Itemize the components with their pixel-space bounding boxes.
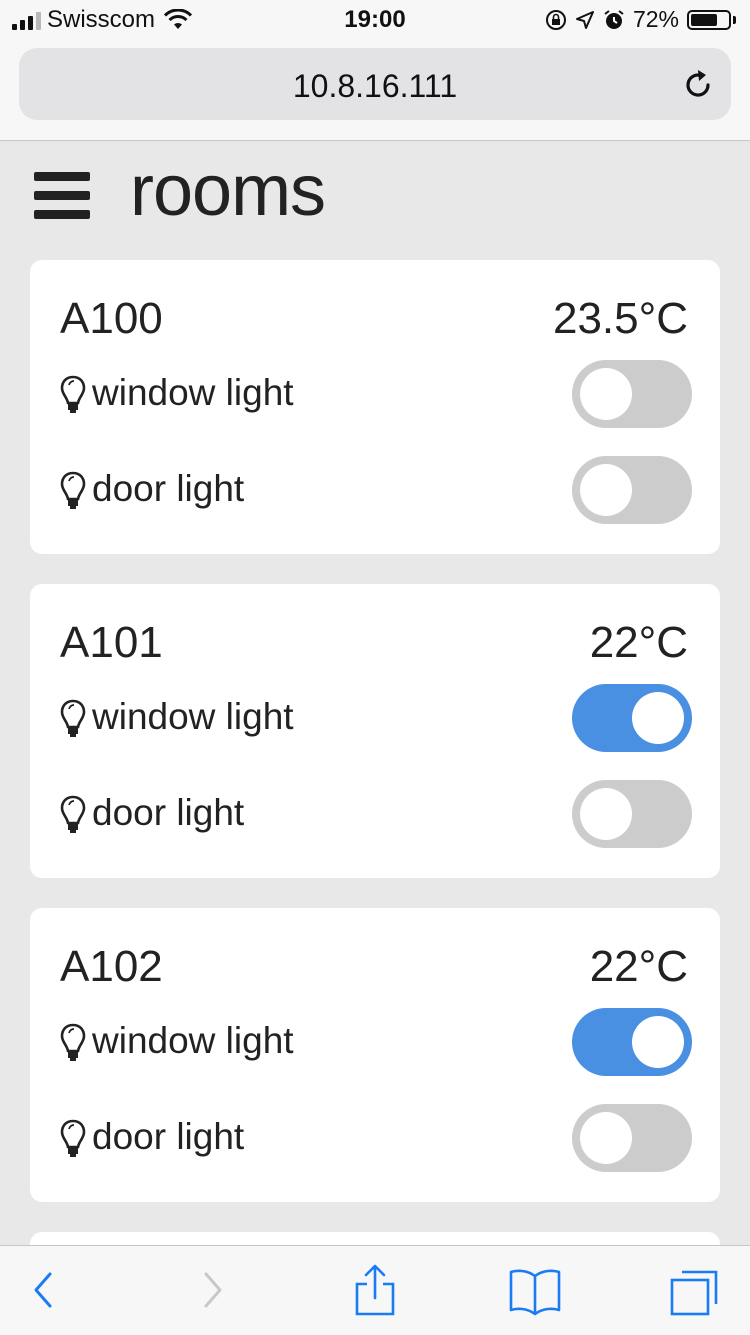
location-icon [575,10,594,29]
light-label: window light [92,372,294,413]
toggle-knob [580,368,632,420]
url-text[interactable]: 10.8.16.111 [19,68,731,105]
lightbulb-icon [60,1022,86,1062]
room-name: A100 [60,294,163,343]
light-toggle[interactable] [572,456,692,524]
lightbulb-icon [60,470,86,510]
status-bar: Swisscom 19:00 72% [0,0,750,40]
battery-percent: 72% [632,6,679,32]
room-card: A100 23.5°C window light door light [30,260,720,554]
light-label: window light [92,696,294,737]
room-temperature: 23.5°C [552,294,688,343]
light-row: door light [60,1104,692,1174]
lightbulb-icon [60,794,86,834]
light-toggle[interactable] [572,360,692,428]
bookmarks-icon[interactable] [505,1264,565,1316]
lightbulb-icon [60,374,86,414]
reload-icon[interactable] [681,68,715,102]
status-right: 72% [545,6,736,33]
toggle-knob [632,692,684,744]
back-icon[interactable] [14,1264,74,1316]
battery-level [691,13,717,26]
hamburger-icon[interactable] [34,172,90,220]
light-row: window light [60,1008,692,1078]
light-toggle[interactable] [572,1008,692,1076]
light-toggle[interactable] [572,684,692,752]
room-temperature: 22°C [589,618,688,667]
toggle-knob [580,788,632,840]
forward-icon [204,1272,222,1308]
toggle-knob [632,1016,684,1068]
light-row: door light [60,780,692,850]
room-name: A101 [60,618,163,667]
tabs-icon[interactable] [664,1264,724,1316]
address-bar[interactable]: 10.8.16.111 [19,48,731,120]
room-card: A102 22°C window light door light [30,908,720,1202]
light-label: window light [92,1020,294,1061]
orientation-lock-icon [545,9,566,30]
room-temperature: 22°C [589,942,688,991]
light-label: door light [92,792,245,833]
share-icon[interactable] [345,1264,405,1316]
light-toggle[interactable] [572,1104,692,1172]
browser-toolbar [0,1245,750,1335]
browser-chrome: 10.8.16.111 [0,40,750,141]
battery-icon [687,9,731,30]
light-label: door light [92,468,245,509]
battery-tip [733,15,736,24]
alarm-icon [604,9,624,29]
lightbulb-icon [60,1118,86,1158]
light-row: window light [60,684,692,754]
light-toggle[interactable] [572,780,692,848]
light-row: window light [60,360,692,430]
toggle-knob [580,464,632,516]
toggle-knob [580,1112,632,1164]
lightbulb-icon [60,698,86,738]
room-card: A101 22°C window light door light [30,584,720,878]
light-row: door light [60,456,692,526]
room-name: A102 [60,942,163,991]
page-title: rooms [130,151,326,231]
light-label: door light [92,1116,245,1157]
